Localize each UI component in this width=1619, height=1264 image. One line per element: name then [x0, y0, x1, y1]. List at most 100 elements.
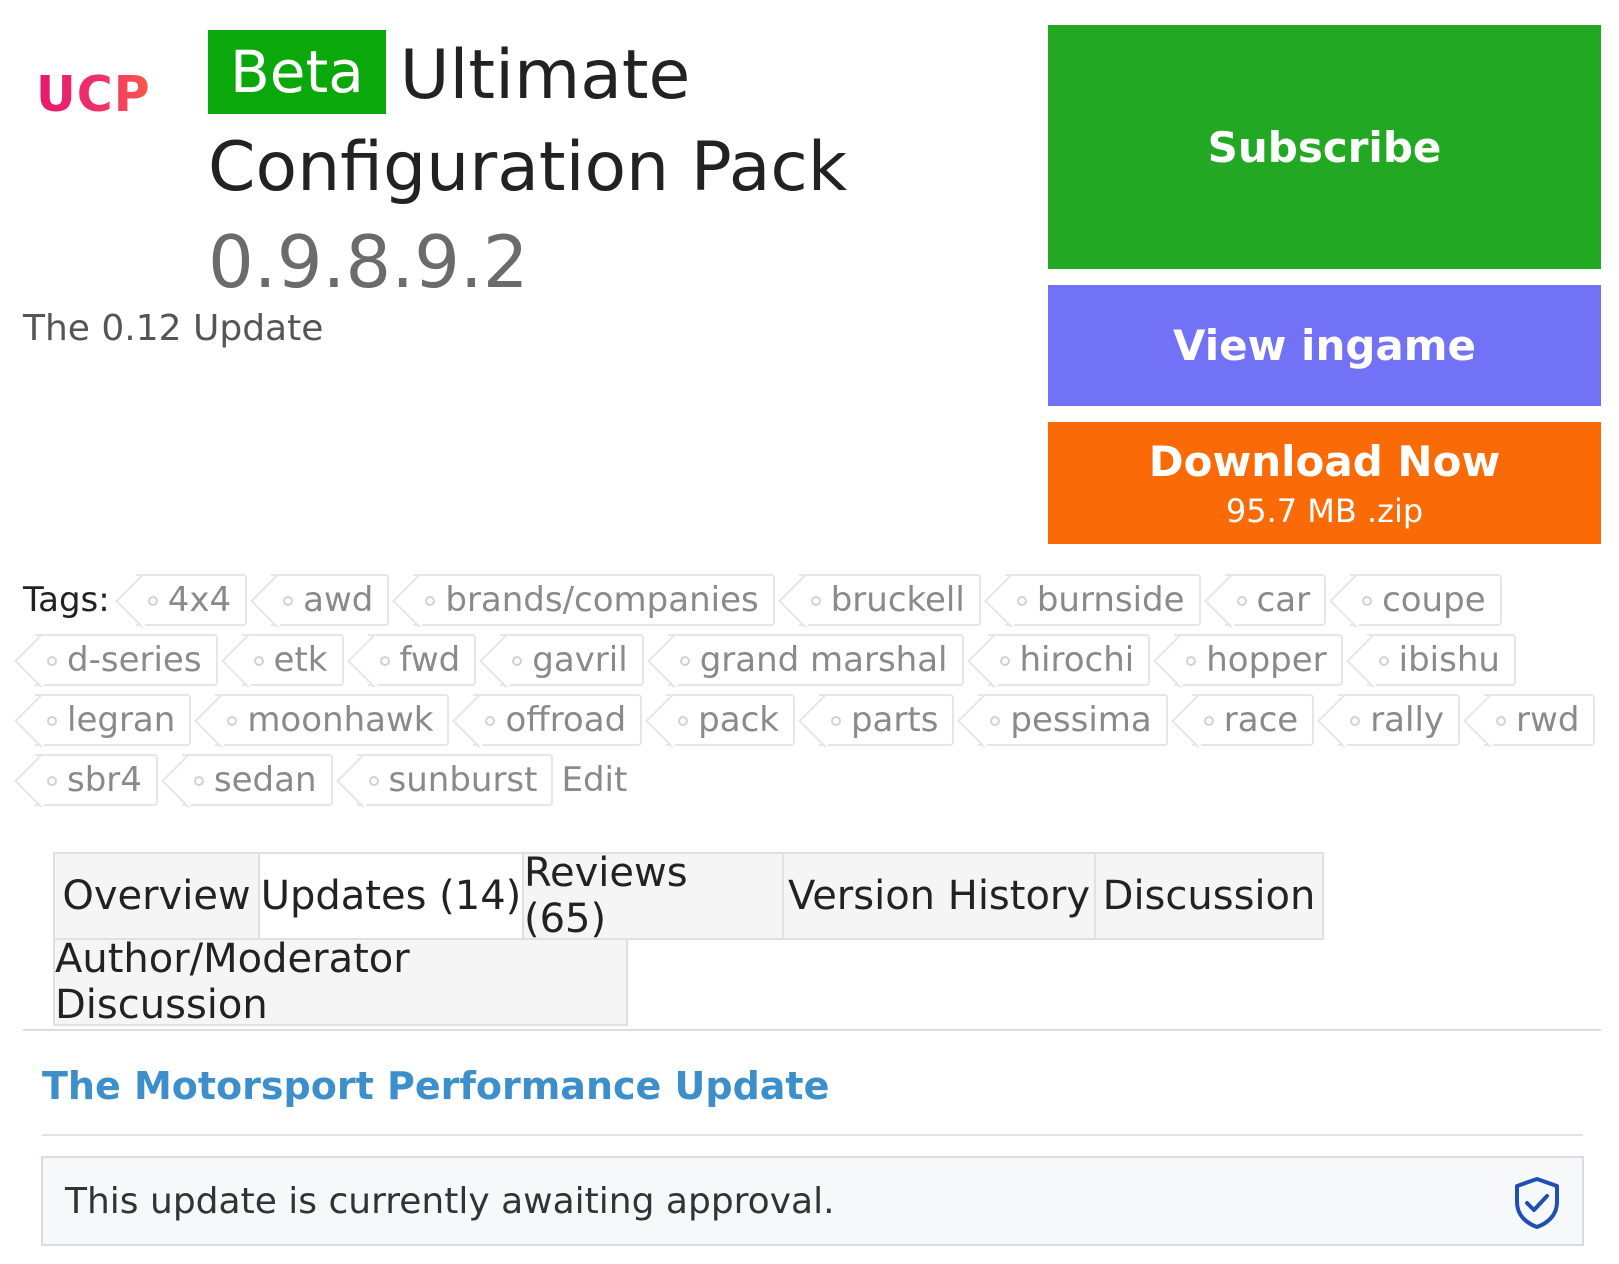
tag-label: rally — [1370, 700, 1445, 740]
tag-list: Tags: 4x4 awd brands/companies bruckell burn… — [23, 574, 1603, 806]
tag-hole-icon — [1378, 656, 1389, 666]
tag-label: coupe — [1382, 580, 1486, 620]
tag-hole-icon — [485, 716, 496, 726]
tag-hole-icon — [1203, 716, 1214, 726]
tag-hole-icon — [253, 656, 264, 666]
tag-item[interactable]: sedan — [181, 754, 333, 806]
tab-discussion[interactable]: Discussion — [1094, 852, 1324, 940]
tag-item[interactable]: rally — [1338, 694, 1461, 746]
tag-item[interactable]: rwd — [1484, 694, 1596, 746]
tag-hole-icon — [1350, 716, 1361, 726]
tag-item[interactable]: offroad — [473, 694, 643, 746]
tag-item[interactable]: hirochi — [987, 634, 1151, 686]
tag-label: sedan — [213, 760, 317, 800]
tag-hole-icon — [47, 776, 57, 786]
tag-item[interactable]: 4x4 — [135, 574, 248, 626]
tag-item[interactable]: gavril — [500, 634, 644, 686]
resource-tabs: Overview Updates (14) Reviews (65) Version … — [53, 850, 1373, 1028]
tag-label: etk — [273, 640, 328, 680]
tag-label: sunburst — [388, 760, 538, 800]
tag-item[interactable]: pessima — [978, 694, 1168, 746]
tag-label: offroad — [505, 700, 627, 740]
tag-item[interactable]: coupe — [1350, 574, 1502, 626]
tag-item[interactable]: bruckell — [798, 574, 981, 626]
tag-item[interactable]: legran — [35, 694, 192, 746]
tag-hole-icon — [512, 656, 523, 666]
ucp-logo: UCP — [36, 66, 151, 123]
shield-check-icon — [1515, 1177, 1559, 1229]
download-button[interactable]: Download Now 95.7 MB .zip — [1048, 422, 1601, 544]
tab-row-1: Overview Updates (14) Reviews (65) Version … — [53, 850, 1373, 942]
tag-item[interactable]: pack — [666, 694, 795, 746]
beta-badge: Beta — [208, 30, 386, 114]
tag-hole-icon — [999, 656, 1010, 666]
tab-author-moderator-discussion[interactable]: Author/Moderator Discussion — [53, 936, 628, 1028]
tag-hole-icon — [830, 716, 841, 726]
title-text-2: Configuration Pack — [208, 128, 848, 207]
tag-label: burnside — [1036, 580, 1185, 620]
view-ingame-label: View ingame — [1172, 321, 1477, 370]
tag-item[interactable]: ibishu — [1366, 634, 1516, 686]
tag-item[interactable]: hopper — [1174, 634, 1343, 686]
tag-item[interactable]: fwd — [367, 634, 477, 686]
tag-label: race — [1223, 700, 1299, 740]
update-divider — [42, 1134, 1583, 1136]
tag-label: bruckell — [830, 580, 965, 620]
resource-title: Beta Ultimate Configuration Pack 0.9.8.9.… — [208, 30, 1008, 310]
tag-hole-icon — [1186, 656, 1197, 666]
tag-label: grand marshal — [699, 640, 948, 680]
tag-label: 4x4 — [167, 580, 232, 620]
tag-hole-icon — [1362, 596, 1373, 606]
subscribe-button[interactable]: Subscribe — [1048, 25, 1601, 269]
tag-hole-icon — [47, 656, 57, 666]
tag-hole-icon — [1236, 596, 1247, 606]
tab-updates-14[interactable]: Updates (14) — [258, 852, 524, 940]
tag-item[interactable]: moonhawk — [215, 694, 450, 746]
tag-label: brands/companies — [445, 580, 759, 620]
tag-hole-icon — [679, 656, 690, 666]
tag-label: sbr4 — [67, 760, 142, 800]
tab-overview[interactable]: Overview — [53, 852, 260, 940]
tag-item[interactable]: race — [1191, 694, 1315, 746]
tag-item[interactable]: parts — [818, 694, 955, 746]
tag-hole-icon — [47, 716, 57, 726]
tag-label: car — [1256, 580, 1311, 620]
tab-reviews-65[interactable]: Reviews (65) — [522, 850, 784, 942]
tag-label: fwd — [399, 640, 461, 680]
download-label: Download Now — [1148, 436, 1501, 486]
tags-label: Tags: — [23, 580, 110, 620]
tag-hole-icon — [283, 596, 294, 606]
tag-hole-icon — [368, 776, 379, 786]
tag-hole-icon — [810, 596, 821, 606]
tag-item[interactable]: burnside — [1004, 574, 1201, 626]
tag-label: awd — [303, 580, 374, 620]
tag-item[interactable]: sunburst — [356, 754, 554, 806]
edit-tags-link[interactable]: Edit — [561, 754, 627, 806]
tag-hole-icon — [193, 776, 204, 786]
tag-item[interactable]: grand marshal — [667, 634, 964, 686]
tag-item[interactable]: sbr4 — [35, 754, 158, 806]
view-ingame-button[interactable]: View ingame — [1048, 285, 1601, 406]
version-number: 0.9.8.9.2 — [208, 220, 529, 304]
tag-item[interactable]: etk — [241, 634, 344, 686]
tag-label: legran — [67, 700, 176, 740]
tag-hole-icon — [425, 596, 436, 606]
tag-item[interactable]: awd — [271, 574, 390, 626]
tag-label: hopper — [1206, 640, 1327, 680]
tag-item[interactable]: car — [1224, 574, 1327, 626]
tabs-divider — [23, 1029, 1601, 1031]
tag-item[interactable]: brands/companies — [413, 574, 775, 626]
tab-row-2: Author/Moderator Discussion — [53, 936, 1373, 1028]
tag-item[interactable]: d-series — [35, 634, 218, 686]
download-file-info: 95.7 MB .zip — [1225, 491, 1424, 530]
tag-hole-icon — [379, 656, 390, 666]
tag-label: pessima — [1010, 700, 1152, 740]
tag-hole-icon — [678, 716, 689, 726]
resource-tagline: The 0.12 Update — [23, 308, 324, 349]
tag-label: d-series — [67, 640, 202, 680]
tab-version-history[interactable]: Version History — [782, 852, 1096, 940]
approval-notice-text: This update is currently awaiting approv… — [65, 1180, 835, 1222]
subscribe-label: Subscribe — [1207, 122, 1442, 172]
update-title-link[interactable]: The Motorsport Performance Update — [42, 1064, 829, 1108]
tag-label: hirochi — [1019, 640, 1135, 680]
